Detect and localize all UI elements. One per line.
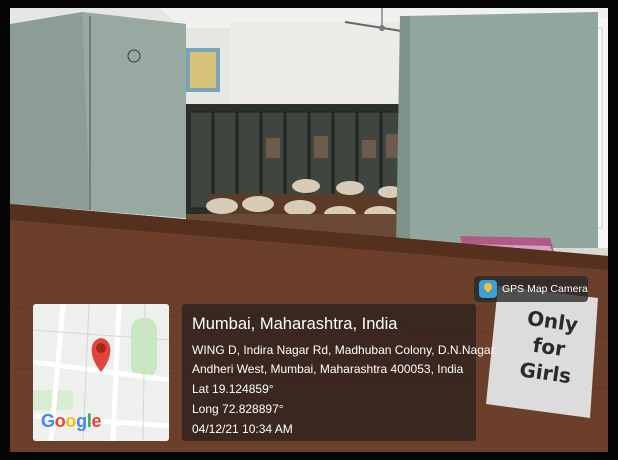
- photo-frame: Only for Girls GPS Map Camera Google Mum…: [0, 0, 618, 460]
- address-line-2: Andheri West, Mumbai, Maharashtra 400053…: [192, 362, 464, 376]
- gps-camera-app-icon: [479, 280, 497, 298]
- only-for-girls-sign: Only for Girls: [503, 303, 595, 392]
- location-title: Mumbai, Maharashtra, India: [192, 315, 398, 333]
- latitude: Lat 19.124859°: [192, 382, 274, 396]
- longitude: Long 72.828897°: [192, 402, 284, 416]
- mini-map: Google: [33, 304, 169, 441]
- datetime: 04/12/21 10:34 AM: [192, 422, 293, 436]
- location-info-panel: Mumbai, Maharashtra, India WING D, Indir…: [182, 304, 497, 441]
- app-name-label: GPS Map Camera: [502, 283, 588, 295]
- address-line-1: WING D, Indira Nagar Rd, Madhuban Colony…: [192, 343, 498, 357]
- gps-map-camera-badge: GPS Map Camera: [474, 276, 588, 302]
- google-logo: Google: [41, 411, 102, 431]
